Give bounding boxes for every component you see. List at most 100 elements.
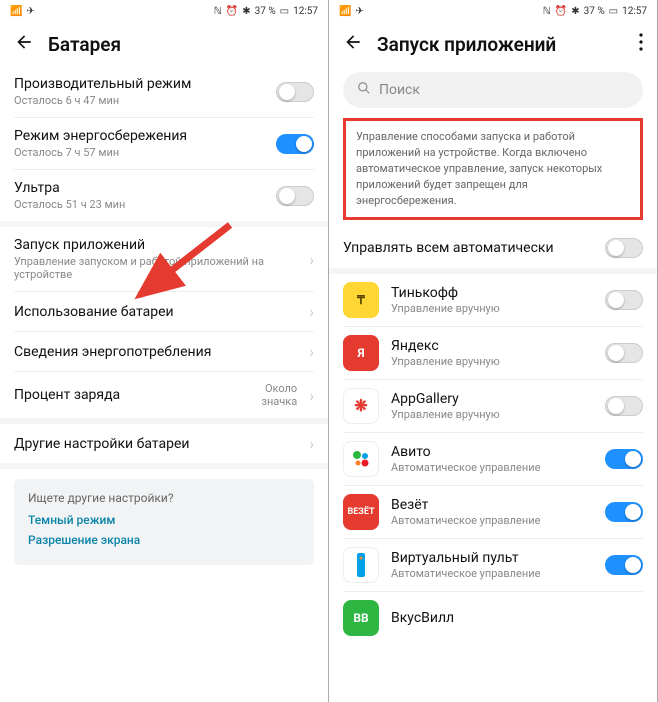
toggle-app-virtual-remote[interactable] [605,555,643,575]
search-input[interactable]: Поиск [343,72,643,108]
app-mgmt: Автоматическое управление [391,461,593,474]
app-icon-vezet: ВЕЗЁТ [343,494,379,530]
header: Батарея [0,22,328,66]
telegram-icon: ✈ [26,6,34,17]
app-name: AppGallery [391,391,593,407]
toggle-app-appgallery[interactable] [605,396,643,416]
app-icon-avito [343,441,379,477]
nfc-icon: ℕ [543,6,551,17]
back-icon[interactable] [343,32,363,56]
toggle-manage-all[interactable] [605,238,643,258]
app-name: Виртуальный пульт [391,550,593,566]
app-name: Тинькофф [391,285,593,301]
app-mgmt: Управление вручную [391,302,593,315]
row-value: Около значка [261,382,297,408]
hint-question: Ищете другие настройки? [28,491,300,505]
toggle-app-yandex[interactable] [605,343,643,363]
more-icon[interactable] [639,33,643,55]
app-icon-vkusvill: ВВ [343,600,379,636]
app-launch-screen: 📶 ✈ ℕ ⏰ ✱ 37 % ▭ 12:57 Запуск приложений… [329,0,658,702]
alarm-icon: ⏰ [555,6,567,17]
header: Запуск приложений [329,22,657,66]
page-title: Запуск приложений [377,33,556,56]
app-row-virtual-remote[interactable]: Виртуальный пульт Автоматическое управле… [329,539,657,591]
row-sub: Осталось 7 ч 57 мин [14,146,276,159]
row-battery-percent[interactable]: Процент заряда Около значка › [0,372,328,418]
bluetooth-icon: ✱ [242,6,250,17]
chevron-right-icon: › [309,434,314,453]
app-mgmt: Управление вручную [391,355,593,368]
alarm-icon: ⏰ [226,6,238,17]
chevron-right-icon: › [309,250,314,269]
row-label: Управлять всем автоматически [343,240,605,256]
row-label: Производительный режим [14,76,276,92]
app-icon-yandex: Я [343,335,379,371]
row-label: Другие настройки батареи [14,436,303,452]
row-label: Использование батареи [14,304,303,320]
battery-pct: 37 % [584,6,605,17]
app-row-yandex[interactable]: Я Яндекс Управление вручную [329,327,657,379]
search-icon [357,81,371,99]
chevron-right-icon: › [309,386,314,405]
toggle-performance[interactable] [276,82,314,102]
telegram-icon: ✈ [355,6,363,17]
row-label: Сведения энергопотребления [14,344,303,360]
hint-link-dark-mode[interactable]: Темный режим [28,513,300,527]
row-label: Процент заряда [14,387,261,403]
nfc-icon: ℕ [214,6,222,17]
app-icon-appgallery: ❋ [343,388,379,424]
row-sub: Осталось 51 ч 23 мин [14,198,276,211]
bluetooth-icon: ✱ [571,6,579,17]
chevron-right-icon: › [309,342,314,361]
hint-card: Ищете другие настройки? Темный режим Раз… [14,479,314,565]
chevron-right-icon: › [309,302,314,321]
signal-icon: 📶 [339,6,351,17]
status-bar: 📶 ✈ ℕ ⏰ ✱ 37 % ▭ 12:57 [0,0,328,22]
app-row-vkusvill[interactable]: ВВ ВкусВилл [329,592,657,644]
toggle-app-avito[interactable] [605,449,643,469]
row-app-launch[interactable]: Запуск приложений Управление запуском и … [0,227,328,291]
row-label: Запуск приложений [14,237,303,253]
toggle-app-vezet[interactable] [605,502,643,522]
clock: 12:57 [622,6,647,17]
app-name: Яндекс [391,338,593,354]
status-bar: 📶 ✈ ℕ ⏰ ✱ 37 % ▭ 12:57 [329,0,657,22]
signal-icon: 📶 [10,6,22,17]
app-name: ВкусВилл [391,610,643,626]
app-icon-tinkoff: ₸ [343,282,379,318]
search-placeholder: Поиск [379,82,420,98]
row-performance-mode[interactable]: Производительный режим Осталось 6 ч 47 м… [0,66,328,117]
section-divider [0,463,328,469]
app-row-tinkoff[interactable]: ₸ Тинькофф Управление вручную [329,274,657,326]
app-icon-virtual-remote [343,547,379,583]
row-power-saving[interactable]: Режим энергосбережения Осталось 7 ч 57 м… [0,118,328,169]
app-name: Везёт [391,497,593,513]
battery-pct: 37 % [255,6,276,17]
row-sub: Осталось 6 ч 47 мин [14,94,276,107]
row-label: Режим энергосбережения [14,128,276,144]
row-sub: Управление запуском и работой приложений… [14,255,303,281]
toggle-power-saving[interactable] [276,134,314,154]
row-manage-all[interactable]: Управлять всем автоматически [329,228,657,268]
app-row-appgallery[interactable]: ❋ AppGallery Управление вручную [329,380,657,432]
toggle-ultra[interactable] [276,186,314,206]
app-mgmt: Автоматическое управление [391,567,593,580]
page-title: Батарея [48,33,121,56]
row-other-battery-settings[interactable]: Другие настройки батареи › [0,424,328,463]
clock: 12:57 [293,6,318,17]
app-row-avito[interactable]: Авито Автоматическое управление [329,433,657,485]
toggle-app-tinkoff[interactable] [605,290,643,310]
row-power-stats[interactable]: Сведения энергопотребления › [0,332,328,371]
back-icon[interactable] [14,32,34,56]
app-mgmt: Автоматическое управление [391,514,593,527]
hint-link-resolution[interactable]: Разрешение экрана [28,533,300,547]
app-name: Авито [391,444,593,460]
app-mgmt: Управление вручную [391,408,593,421]
app-row-vezet[interactable]: ВЕЗЁТ Везёт Автоматическое управление [329,486,657,538]
row-ultra[interactable]: Ультра Осталось 51 ч 23 мин [0,170,328,221]
row-label: Ультра [14,180,276,196]
info-callout: Управление способами запуска и работой п… [343,118,643,220]
battery-icon: ▭ [609,6,618,17]
row-battery-usage[interactable]: Использование батареи › [0,292,328,331]
battery-icon: ▭ [280,6,289,17]
